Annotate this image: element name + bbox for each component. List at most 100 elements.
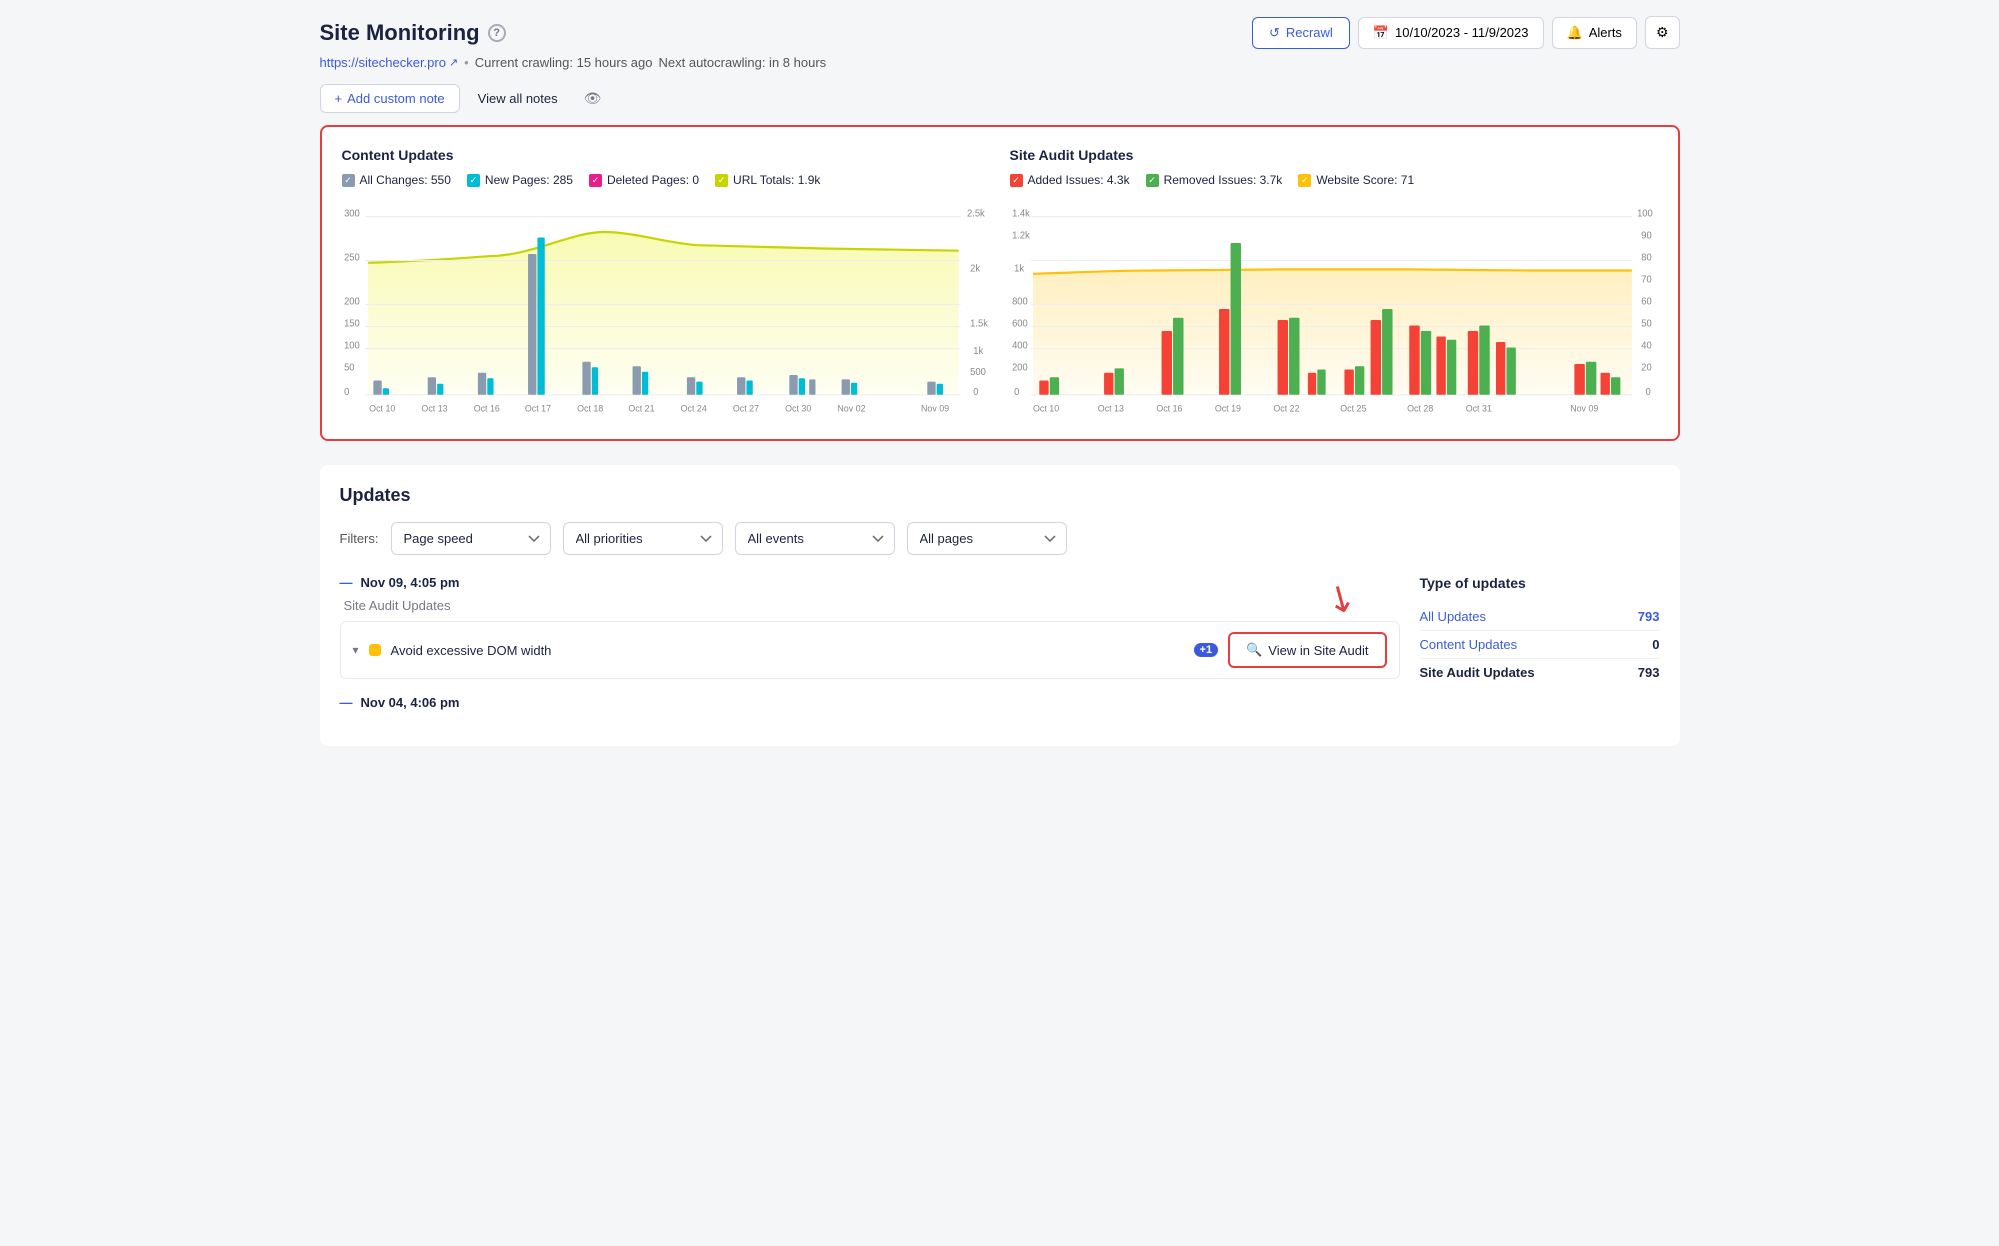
legend-deleted-pages[interactable]: ✓ Deleted Pages: 0 bbox=[589, 173, 699, 187]
audit-chart-legend: ✓ Added Issues: 4.3k ✓ Removed Issues: 3… bbox=[1010, 173, 1658, 187]
add-note-button[interactable]: + Add custom note bbox=[320, 84, 460, 113]
eye-icon: 👁 bbox=[584, 90, 602, 106]
svg-text:Oct 17: Oct 17 bbox=[524, 403, 550, 413]
svg-text:0: 0 bbox=[344, 387, 349, 398]
legend-website-score[interactable]: ✓ Website Score: 71 bbox=[1298, 173, 1414, 187]
all-updates-count: 793 bbox=[1638, 609, 1660, 624]
svg-text:50: 50 bbox=[344, 362, 354, 373]
list-item: All Updates 793 bbox=[1420, 603, 1660, 631]
legend-url-totals[interactable]: ✓ URL Totals: 1.9k bbox=[715, 173, 820, 187]
svg-text:200: 200 bbox=[344, 296, 360, 307]
svg-text:0: 0 bbox=[973, 387, 978, 398]
search-icon: 🔍 bbox=[1246, 642, 1262, 658]
view-in-site-audit-button[interactable]: 🔍 View in Site Audit bbox=[1228, 632, 1386, 668]
svg-text:1.5k: 1.5k bbox=[970, 318, 988, 329]
legend-all-changes[interactable]: ✓ All Changes: 550 bbox=[342, 173, 451, 187]
update-item-title: Avoid excessive DOM width bbox=[391, 643, 1184, 658]
content-updates-count: 0 bbox=[1652, 637, 1659, 652]
sidebar-title: Type of updates bbox=[1420, 575, 1660, 591]
svg-text:Oct 19: Oct 19 bbox=[1214, 403, 1240, 413]
svg-text:100: 100 bbox=[344, 340, 360, 351]
audit-updates-count: 793 bbox=[1638, 665, 1660, 680]
timeline-date-nov09: — Nov 09, 4:05 pm bbox=[340, 575, 1400, 590]
expand-icon[interactable]: ▾ bbox=[353, 643, 359, 657]
svg-text:20: 20 bbox=[1641, 362, 1651, 373]
svg-text:1.4k: 1.4k bbox=[1012, 208, 1030, 219]
svg-text:50: 50 bbox=[1641, 318, 1651, 329]
svg-text:Oct 18: Oct 18 bbox=[577, 403, 603, 413]
svg-text:Oct 21: Oct 21 bbox=[628, 403, 654, 413]
legend-added-issues[interactable]: ✓ Added Issues: 4.3k bbox=[1010, 173, 1130, 187]
svg-text:Nov 02: Nov 02 bbox=[837, 403, 865, 413]
settings-button[interactable]: ⚙ bbox=[1645, 16, 1680, 49]
svg-text:Oct 24: Oct 24 bbox=[680, 403, 706, 413]
recrawl-icon: ↺ bbox=[1269, 25, 1280, 41]
content-updates-link[interactable]: Content Updates bbox=[1420, 637, 1518, 652]
updates-title: Updates bbox=[340, 485, 1660, 506]
gear-icon: ⚙ bbox=[1656, 24, 1669, 41]
legend-new-pages[interactable]: ✓ New Pages: 285 bbox=[467, 173, 573, 187]
notes-bar: + Add custom note View all notes 👁 bbox=[320, 84, 1680, 113]
svg-text:Oct 27: Oct 27 bbox=[732, 403, 758, 413]
events-filter[interactable]: All events bbox=[735, 522, 895, 555]
svg-text:Oct 13: Oct 13 bbox=[421, 403, 447, 413]
update-badge: +1 bbox=[1194, 643, 1219, 657]
plus-icon: + bbox=[335, 91, 343, 106]
svg-text:150: 150 bbox=[344, 318, 360, 329]
external-link-icon: ↗ bbox=[449, 56, 458, 69]
help-icon[interactable]: ? bbox=[488, 24, 506, 42]
page-speed-filter[interactable]: Page speed bbox=[391, 522, 551, 555]
bell-icon: 🔔 bbox=[1567, 25, 1583, 41]
table-row: ▾ Avoid excessive DOM width +1 ↘ 🔍 View … bbox=[340, 621, 1400, 679]
svg-text:80: 80 bbox=[1641, 252, 1651, 263]
recrawl-button[interactable]: ↺ Recrawl bbox=[1252, 17, 1350, 49]
priorities-filter[interactable]: All priorities bbox=[563, 522, 723, 555]
svg-text:400: 400 bbox=[1012, 340, 1028, 351]
legend-removed-issues[interactable]: ✓ Removed Issues: 3.7k bbox=[1146, 173, 1283, 187]
updates-section: Updates Filters: Page speed All prioriti… bbox=[320, 465, 1680, 746]
svg-text:Oct 22: Oct 22 bbox=[1273, 403, 1299, 413]
svg-text:2k: 2k bbox=[970, 263, 980, 274]
list-item: Content Updates 0 bbox=[1420, 631, 1660, 659]
svg-text:70: 70 bbox=[1641, 274, 1651, 285]
charts-container: Content Updates ✓ All Changes: 550 ✓ New… bbox=[320, 125, 1680, 441]
svg-text:500: 500 bbox=[970, 367, 986, 378]
calendar-icon: 📅 bbox=[1373, 25, 1389, 41]
svg-text:1.2k: 1.2k bbox=[1012, 230, 1030, 241]
content-updates-chart: Content Updates ✓ All Changes: 550 ✓ New… bbox=[342, 147, 990, 419]
list-item: Site Audit Updates 793 bbox=[1420, 659, 1660, 686]
updates-sidebar: Type of updates All Updates 793 Content … bbox=[1420, 575, 1660, 726]
svg-text:Oct 30: Oct 30 bbox=[785, 403, 811, 413]
svg-text:Oct 31: Oct 31 bbox=[1465, 403, 1491, 413]
toggle-visibility-button[interactable]: 👁 bbox=[576, 84, 610, 113]
content-area: — Nov 09, 4:05 pm Site Audit Updates ▾ A… bbox=[340, 575, 1660, 726]
alerts-button[interactable]: 🔔 Alerts bbox=[1552, 17, 1637, 49]
svg-text:Oct 10: Oct 10 bbox=[369, 403, 395, 413]
svg-text:Oct 25: Oct 25 bbox=[1340, 403, 1366, 413]
svg-text:200: 200 bbox=[1012, 362, 1028, 373]
audit-chart-area: 1.4k 1.2k 1k 800 600 400 200 0 100 90 80… bbox=[1010, 199, 1658, 419]
svg-text:0: 0 bbox=[1014, 387, 1019, 398]
content-chart-area: 300 250 200 150 100 50 0 2.5k 2k 1.5k 1k… bbox=[342, 199, 990, 419]
date-range-button[interactable]: 📅 10/10/2023 - 11/9/2023 bbox=[1358, 17, 1544, 49]
pages-filter[interactable]: All pages bbox=[907, 522, 1067, 555]
page-title: Site Monitoring bbox=[320, 20, 480, 46]
svg-text:250: 250 bbox=[344, 252, 360, 263]
update-group-label: Site Audit Updates bbox=[340, 598, 1400, 613]
priority-indicator bbox=[369, 644, 381, 656]
svg-text:Oct 16: Oct 16 bbox=[1156, 403, 1182, 413]
site-url-link[interactable]: https://sitechecker.pro ↗ bbox=[320, 55, 459, 70]
svg-text:1k: 1k bbox=[973, 346, 983, 357]
svg-text:Nov 09: Nov 09 bbox=[921, 403, 949, 413]
audit-updates-link[interactable]: Site Audit Updates bbox=[1420, 665, 1535, 680]
view-notes-button[interactable]: View all notes bbox=[464, 85, 572, 112]
svg-text:Nov 09: Nov 09 bbox=[1570, 403, 1598, 413]
annotation-arrow-container: ↘ 🔍 View in Site Audit bbox=[1228, 632, 1386, 668]
timeline: — Nov 09, 4:05 pm Site Audit Updates ▾ A… bbox=[340, 575, 1400, 726]
svg-text:Oct 16: Oct 16 bbox=[473, 403, 499, 413]
svg-text:Oct 13: Oct 13 bbox=[1097, 403, 1123, 413]
svg-text:40: 40 bbox=[1641, 340, 1651, 351]
svg-text:90: 90 bbox=[1641, 230, 1651, 241]
svg-text:2.5k: 2.5k bbox=[967, 208, 985, 219]
all-updates-link[interactable]: All Updates bbox=[1420, 609, 1486, 624]
